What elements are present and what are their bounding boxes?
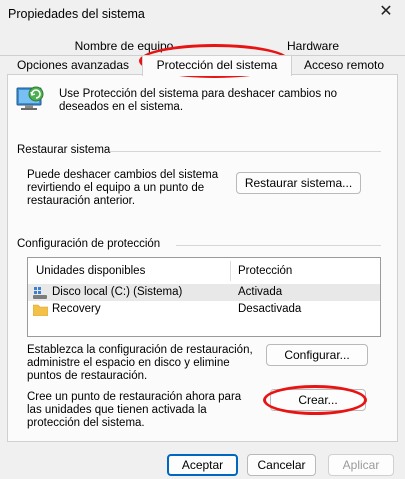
intro-text: Use Protección del sistema para deshacer… xyxy=(59,88,338,113)
protection-heading: Configuración de protección xyxy=(17,238,161,250)
close-icon[interactable]: ✕ xyxy=(377,2,395,22)
table-row[interactable]: Recovery Desactivada xyxy=(28,301,380,318)
window-title: Propiedades del sistema xyxy=(8,7,145,21)
column-header-drives[interactable]: Unidades disponibles xyxy=(36,258,145,284)
system-drive-icon xyxy=(33,287,47,299)
folder-icon xyxy=(33,304,48,316)
tab-opciones-avanzadas[interactable]: Opciones avanzadas xyxy=(8,56,138,75)
highlight-ellipse xyxy=(263,385,367,415)
restore-system-button[interactable]: Restaurar sistema... xyxy=(236,172,361,194)
apply-button[interactable]: Aplicar xyxy=(328,454,394,476)
tab-proteccion-del-sistema[interactable]: Protección del sistema xyxy=(142,55,292,76)
restore-description: Puede deshacer cambios del sistema revir… xyxy=(27,169,219,207)
configure-button[interactable]: Configurar... xyxy=(266,344,368,366)
column-header-protection[interactable]: Protección xyxy=(238,258,292,284)
drive-protection-status: Activada xyxy=(238,286,283,298)
drive-name: Recovery xyxy=(52,303,101,315)
tab-acceso-remoto[interactable]: Acceso remoto xyxy=(296,56,392,75)
create-text: Cree un punto de restauración ahora para… xyxy=(27,391,242,429)
protection-divider xyxy=(176,245,381,246)
restore-divider xyxy=(110,151,381,152)
configure-text: Establezca la configuración de restaurac… xyxy=(27,344,253,382)
drive-name: Disco local (C:) (Sistema) xyxy=(52,286,183,298)
restore-heading: Restaurar sistema xyxy=(17,144,111,156)
drives-list[interactable]: Unidades disponibles Protección Disco lo… xyxy=(27,257,381,337)
cancel-button[interactable]: Cancelar xyxy=(247,454,316,476)
column-divider xyxy=(230,261,231,281)
system-protection-icon xyxy=(16,86,44,110)
drive-protection-status: Desactivada xyxy=(238,303,302,315)
table-row[interactable]: Disco local (C:) (Sistema) Activada xyxy=(28,284,380,301)
accept-button[interactable]: Aceptar xyxy=(167,454,238,476)
